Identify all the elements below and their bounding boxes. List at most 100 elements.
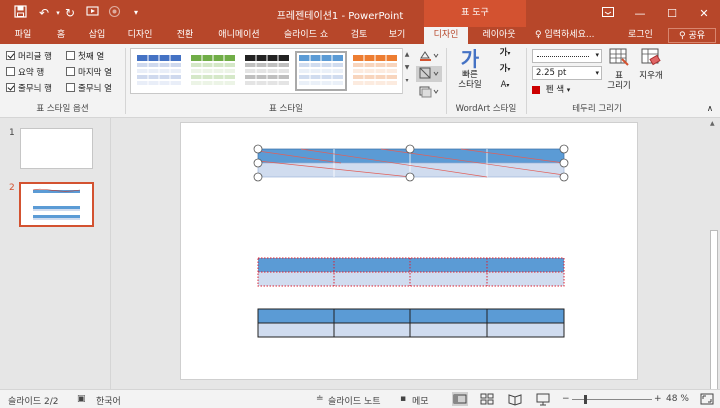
tab-table-design[interactable]: 디자인 (424, 27, 468, 44)
shading-button[interactable] (416, 48, 442, 64)
language[interactable]: 한국어 (96, 394, 121, 407)
normal-view-icon[interactable] (452, 392, 468, 406)
pen-style-dropdown[interactable]: ▾ (532, 49, 602, 63)
checkbox-box (66, 67, 75, 76)
zoom-out-icon[interactable]: − (562, 394, 570, 404)
draw-table-button[interactable]: 표 그리기 (604, 48, 634, 98)
tab-review[interactable]: 검토 (342, 27, 376, 44)
reading-view-icon[interactable] (508, 392, 522, 408)
gallery-scroll[interactable]: ▲ ▼ ▾ (402, 48, 411, 94)
banded-columns-label: 줄무늬 열 (78, 83, 112, 94)
touch-mode-icon[interactable] (106, 5, 122, 21)
lightbulb-icon: ♀ (535, 30, 542, 40)
start-from-beginning-icon[interactable] (84, 5, 100, 21)
table-2[interactable] (257, 257, 565, 287)
gallery-more-icon[interactable]: ▾ (403, 77, 411, 84)
tab-slideshow[interactable]: 슬라이드 쇼 (274, 27, 338, 44)
banded-rows-label: 줄무늬 행 (18, 83, 52, 94)
text-effects-button[interactable]: A▾ (492, 80, 518, 94)
checkbox-box (66, 51, 75, 60)
pen-weight-dropdown[interactable]: 2.25 pt ▾ (532, 66, 602, 80)
customize-toolbar-icon[interactable]: ▾ (128, 5, 144, 21)
zoom-slider-thumb[interactable] (584, 395, 587, 404)
eraser-icon (641, 48, 661, 66)
tab-table-layout[interactable]: 레이아웃 (472, 27, 526, 44)
share-button[interactable]: ⚲ 공유 (668, 28, 716, 43)
close-icon[interactable]: ✕ (688, 0, 720, 27)
minimize-icon[interactable]: — (624, 0, 656, 27)
redo-icon[interactable]: ↻ (62, 5, 78, 21)
slide-number-2: 2 (9, 183, 15, 193)
pen-style-line (537, 56, 589, 57)
gallery-down-icon[interactable]: ▼ (403, 64, 411, 71)
maximize-icon[interactable]: ☐ (656, 0, 688, 27)
notes-button[interactable]: 슬라이드 노트 (328, 394, 381, 407)
tab-home[interactable]: 홈 (46, 27, 76, 44)
group-divider (125, 48, 126, 114)
table-1[interactable] (253, 144, 569, 182)
table-style-thumb-light-blue[interactable] (295, 51, 347, 91)
banded-columns-checkbox[interactable]: 줄무늬 열 (66, 81, 112, 94)
slide-number-1: 1 (9, 128, 15, 138)
chevron-down-icon: ▾ (595, 69, 599, 77)
slide-canvas[interactable] (180, 122, 638, 380)
tab-insert[interactable]: 삽입 (80, 27, 114, 44)
comments-button[interactable]: 메모 (412, 394, 429, 407)
slide-2-preview (32, 188, 81, 220)
vertical-scrollbar[interactable]: ▲ (708, 118, 720, 390)
table-3[interactable] (257, 308, 565, 338)
table-style-thumb-orange[interactable] (353, 55, 397, 87)
zoom-level[interactable]: 48 % (666, 394, 689, 404)
zoom-in-icon[interactable]: + (654, 394, 662, 404)
eraser-button[interactable]: 지우개 (636, 48, 666, 98)
fit-to-window-icon[interactable] (700, 392, 714, 408)
slide-sorter-icon[interactable] (480, 392, 494, 408)
quick-styles-button[interactable]: 가 빠른 스타일 (452, 48, 488, 98)
table-style-options-group-label: 표 스타일 옵션 (36, 104, 89, 114)
effects-button[interactable] (416, 84, 442, 100)
table-style-thumb-black[interactable] (245, 55, 289, 87)
draw-table-icon (609, 48, 629, 66)
tab-view[interactable]: 보기 (380, 27, 414, 44)
draw-borders-group-label: 테두리 그리기 (572, 104, 622, 114)
tell-me-box[interactable]: ♀ 입력하세요... (535, 27, 594, 44)
slideshow-icon[interactable] (536, 392, 550, 408)
scroll-up-icon[interactable]: ▲ (710, 120, 715, 127)
first-column-checkbox[interactable]: 첫째 열 (66, 49, 104, 62)
tab-transitions[interactable]: 전환 (166, 27, 204, 44)
notes-icon: ≐ (316, 394, 324, 404)
comments-icon: ▪ (400, 394, 407, 404)
slide-thumbnail-2[interactable] (19, 182, 94, 227)
borders-button[interactable] (416, 66, 442, 82)
table-style-thumb-green[interactable] (191, 55, 235, 87)
last-column-checkbox[interactable]: 마지막 열 (66, 65, 112, 78)
text-outline-button[interactable]: 가▾ (492, 64, 518, 78)
header-row-checkbox[interactable]: 머리글 행 (6, 49, 52, 62)
checkbox-box (66, 83, 75, 92)
slide-thumbnail-1[interactable] (20, 128, 93, 169)
eraser-label: 지우개 (639, 71, 663, 81)
spellcheck-icon[interactable]: ▣ (77, 394, 86, 404)
tab-animations[interactable]: 애니메이션 (208, 27, 270, 44)
tell-me-text: 입력하세요... (544, 30, 595, 40)
pen-color-button[interactable]: 펜 색 ▾ (532, 83, 602, 97)
collapse-ribbon-icon[interactable]: ∧ (704, 104, 716, 114)
table-tools-context: 표 도구 (424, 0, 526, 27)
ribbon-display-icon[interactable] (592, 0, 624, 27)
banded-rows-checkbox[interactable]: 줄무늬 행 (6, 81, 52, 94)
draw-table-label-1: 표 (615, 71, 623, 81)
text-fill-button[interactable]: 가▾ (492, 48, 518, 62)
wordart-group-label: WordArt 스타일 (455, 104, 517, 114)
slide-content (253, 144, 569, 338)
table-style-thumb-blue[interactable] (137, 55, 181, 87)
tab-file[interactable]: 파일 (4, 27, 42, 44)
tab-design[interactable]: 디자인 (118, 27, 162, 44)
draw-table-label-2: 그리기 (607, 81, 631, 91)
share-label: 공유 (688, 31, 706, 41)
total-row-checkbox[interactable]: 요약 행 (6, 65, 44, 78)
pen-icon (532, 85, 540, 94)
save-icon[interactable] (12, 5, 28, 21)
gallery-up-icon[interactable]: ▲ (403, 51, 411, 58)
sign-in-link[interactable]: 로그인 (628, 27, 653, 44)
scroll-thumb[interactable] (710, 230, 718, 390)
